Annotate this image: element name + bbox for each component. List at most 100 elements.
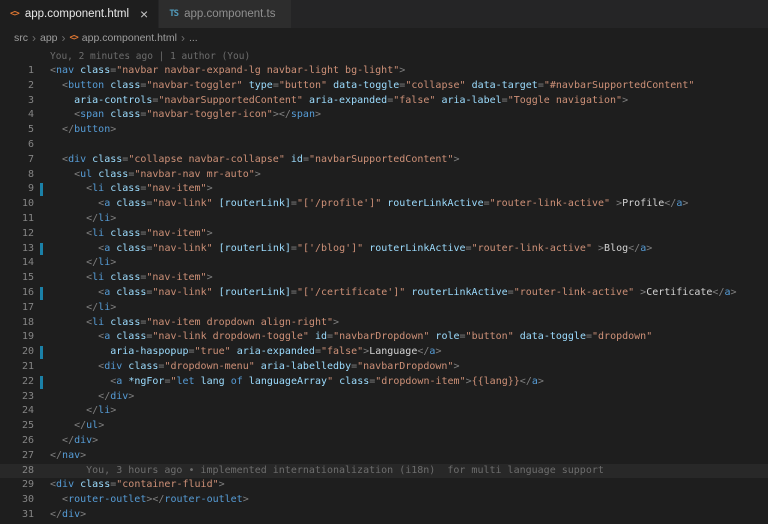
code-line[interactable]: 28 You, 3 hours ago • implemented intern… (0, 463, 768, 479)
code-text: <a class="nav-link" [routerLink]="['/cer… (98, 286, 737, 298)
code-line[interactable]: 15 <li class="nav-item"> (0, 271, 768, 286)
code-text: <a class="nav-link" [routerLink]="['/blo… (98, 242, 653, 254)
code-line[interactable]: 27 </nav> (0, 449, 768, 464)
code-line[interactable]: 2 <button class="navbar-toggler" type="b… (0, 79, 768, 94)
gutter (34, 508, 50, 523)
editor-tab-bar: <> app.component.html × TS app.component… (0, 0, 768, 28)
code-text: <li class="nav-item"> (86, 227, 213, 239)
breadcrumb: src › app › <> app.component.html › ... (0, 28, 768, 48)
code-text: <a class="nav-link" [routerLink]="['/pro… (98, 198, 689, 210)
code-line[interactable]: 8 <ul class="navbar-nav mr-auto"> (0, 168, 768, 183)
code-text: aria-haspopup="true" aria-expanded="fals… (110, 346, 442, 358)
code-text: aria-controls="navbarSupportedContent" a… (74, 94, 629, 106)
gutter (34, 271, 50, 286)
code-text: <div class="dropdown-menu" aria-labelled… (98, 360, 460, 372)
code-line[interactable]: 29 <div class="container-fluid"> (0, 478, 768, 493)
gutter (34, 390, 50, 405)
code-line[interactable]: 7 <div class="collapse navbar-collapse" … (0, 153, 768, 168)
line-number: 24 (21, 405, 34, 417)
code-line[interactable]: 23 </div> (0, 390, 768, 405)
chevron-right-icon: › (32, 31, 36, 45)
line-number: 21 (21, 360, 34, 372)
tab-app-component-ts[interactable]: TS app.component.ts (159, 0, 292, 28)
code-text: <a *ngFor="let lang of languageArray" cl… (110, 375, 544, 387)
code-text: </li> (86, 257, 117, 269)
code-text: </div> (98, 390, 135, 402)
line-number: 28 (21, 464, 34, 476)
line-number: 15 (21, 272, 34, 284)
line-number: 25 (21, 420, 34, 432)
code-line[interactable]: 20 aria-haspopup="true" aria-expanded="f… (0, 345, 768, 360)
code-line[interactable]: 16 <a class="nav-link" [routerLink]="['/… (0, 286, 768, 301)
code-line[interactable]: 14 </li> (0, 256, 768, 271)
code-text: </ul> (74, 420, 105, 432)
gutter (34, 168, 50, 183)
breadcrumb-item-src[interactable]: src (14, 32, 28, 44)
line-number: 4 (27, 109, 34, 121)
close-icon[interactable]: × (140, 7, 148, 21)
line-number: 17 (21, 301, 34, 313)
code-line[interactable]: 22 <a *ngFor="let lang of languageArray"… (0, 375, 768, 390)
line-number: 2 (27, 79, 34, 91)
code-text: <router-outlet></router-outlet> (62, 494, 249, 506)
git-modified-indicator (34, 286, 50, 301)
code-line[interactable]: 5 </button> (0, 123, 768, 138)
git-modified-indicator (34, 242, 50, 257)
code-line[interactable]: 12 <li class="nav-item"> (0, 227, 768, 242)
html-file-icon: <> (69, 33, 79, 43)
code-text: <li class="nav-item dropdown align-right… (86, 316, 340, 328)
code-line[interactable]: 17 </li> (0, 301, 768, 316)
code-line[interactable]: 21 <div class="dropdown-menu" aria-label… (0, 360, 768, 375)
code-text: <nav class="navbar navbar-expand-lg navb… (50, 65, 406, 76)
breadcrumb-item-file[interactable]: app.component.html (82, 32, 177, 44)
line-number: 27 (21, 449, 34, 461)
gutter (34, 316, 50, 331)
code-line[interactable]: 10 <a class="nav-link" [routerLink]="['/… (0, 197, 768, 212)
line-number: 20 (21, 346, 34, 358)
gutter (34, 464, 50, 479)
gutter (34, 108, 50, 123)
line-number: 29 (21, 479, 34, 491)
code-text: </li> (86, 405, 117, 417)
code-line[interactable]: 1 <nav class="navbar navbar-expand-lg nav… (0, 64, 768, 79)
breadcrumb-item-more[interactable]: ... (189, 32, 198, 44)
tab-app-component-html[interactable]: <> app.component.html × (0, 0, 160, 28)
code-text: <button class="navbar-toggler" type="but… (62, 79, 695, 91)
code-line[interactable]: 11 </li> (0, 212, 768, 227)
gutter (34, 404, 50, 419)
code-line[interactable]: 18 <li class="nav-item dropdown align-ri… (0, 316, 768, 331)
code-line[interactable]: 9 <li class="nav-item"> (0, 182, 768, 197)
tab-label: app.component.html (24, 8, 130, 20)
gitlens-authors-codelens[interactable]: You, 2 minutes ago | 1 author (You) (0, 50, 768, 64)
code-text: </nav> (50, 449, 87, 461)
gutter (34, 64, 50, 79)
git-modified-indicator (34, 182, 50, 197)
code-text: </div> (50, 508, 87, 520)
code-text: You, 3 hours ago • implemented internati… (50, 464, 604, 476)
gutter (34, 301, 50, 316)
code-line[interactable]: 6 (0, 138, 768, 153)
line-number: 11 (21, 212, 34, 224)
code-line[interactable]: 3 aria-controls="navbarSupportedContent"… (0, 94, 768, 109)
gutter (34, 449, 50, 464)
code-line[interactable]: 31 </div> (0, 508, 768, 523)
line-number: 31 (21, 508, 34, 520)
code-line[interactable]: 19 <a class="nav-link dropdown-toggle" i… (0, 330, 768, 345)
code-text: <a class="nav-link dropdown-toggle" id="… (98, 331, 653, 343)
code-line[interactable]: 4 <span class="navbar-toggler-icon"></sp… (0, 108, 768, 123)
code-line[interactable]: 26 </div> (0, 434, 768, 449)
gutter (34, 330, 50, 345)
code-line[interactable]: 13 <a class="nav-link" [routerLink]="['/… (0, 242, 768, 257)
line-number: 22 (21, 375, 34, 387)
code-line[interactable]: 24 </li> (0, 404, 768, 419)
git-modified-indicator (34, 375, 50, 390)
gutter (34, 256, 50, 271)
code-line[interactable]: 25 </ul> (0, 419, 768, 434)
code-editor[interactable]: You, 2 minutes ago | 1 author (You) 1 <na… (0, 48, 768, 524)
gutter (34, 94, 50, 109)
line-number: 12 (21, 227, 34, 239)
gutter (34, 493, 50, 508)
code-text: </div> (62, 434, 99, 446)
code-line[interactable]: 30 <router-outlet></router-outlet> (0, 493, 768, 508)
breadcrumb-item-app[interactable]: app (40, 32, 58, 44)
